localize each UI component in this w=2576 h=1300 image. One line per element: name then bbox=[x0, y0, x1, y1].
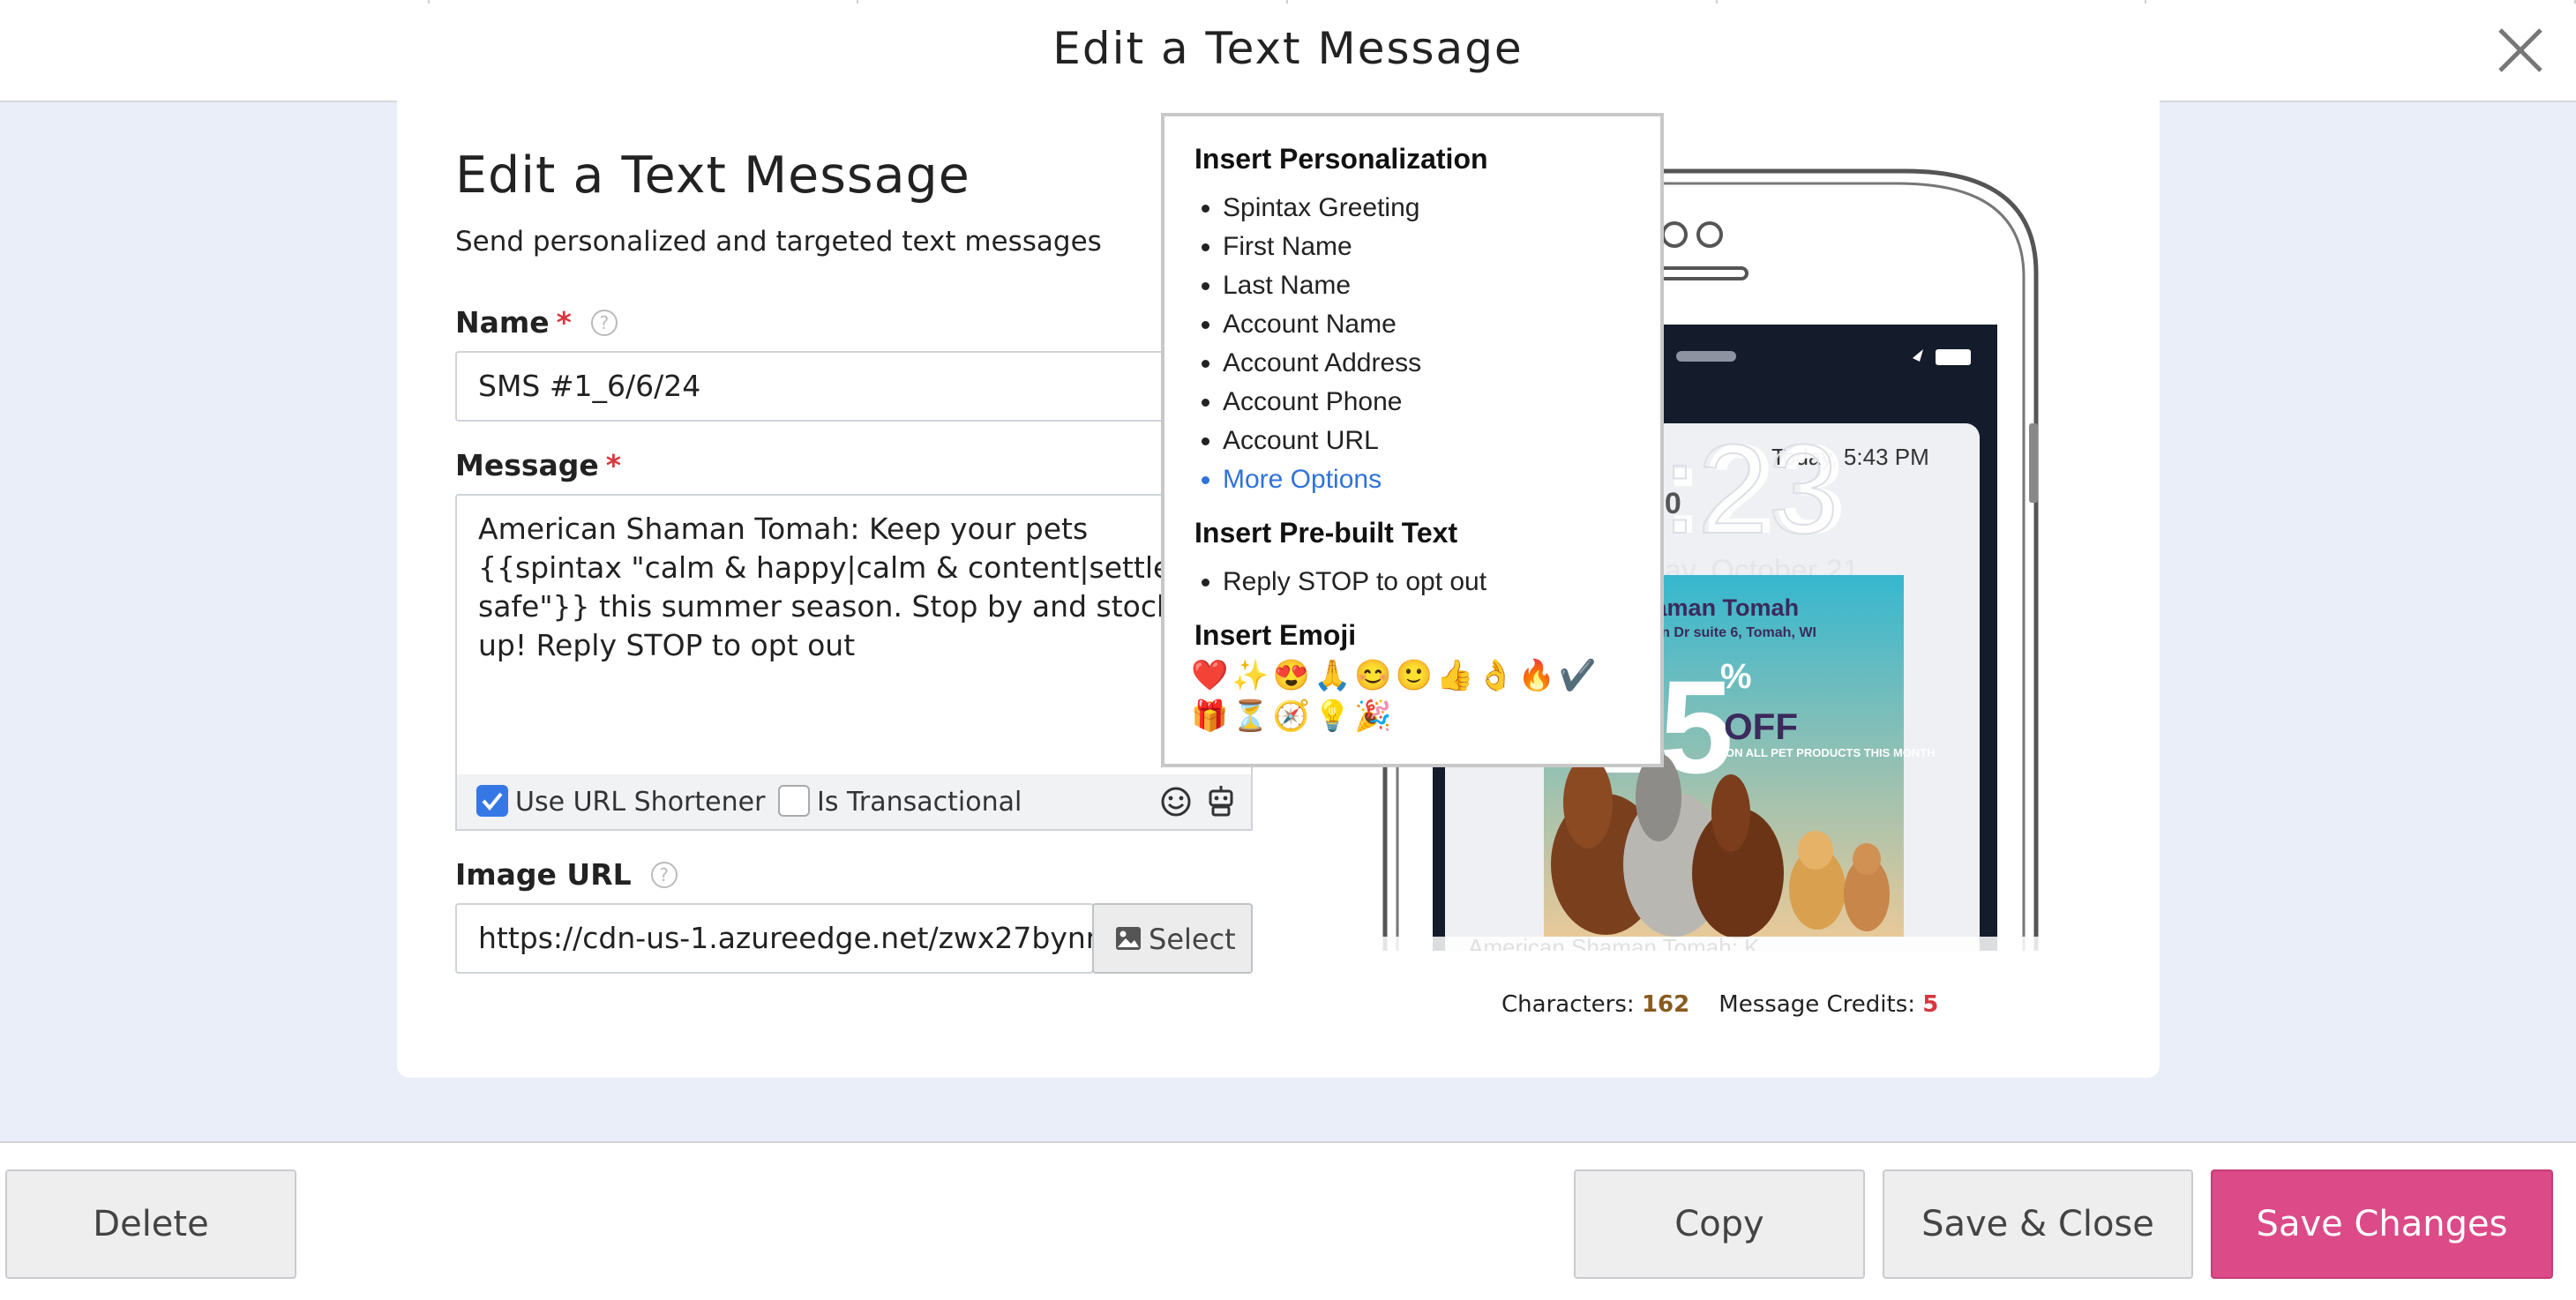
credits-count: 5 bbox=[1922, 991, 1939, 1018]
is-transactional-label: Is Transactional bbox=[817, 787, 1022, 818]
lock-clock-outline: :23 bbox=[1662, 418, 1838, 560]
prebuilt-list: Reply STOP to opt out bbox=[1194, 563, 1486, 601]
image-icon bbox=[1116, 927, 1141, 950]
save-changes-button[interactable]: Save Changes bbox=[2211, 1169, 2553, 1279]
emoji-row[interactable]: 🎁⏳🧭💡🎉 bbox=[1191, 699, 1396, 734]
help-icon[interactable]: ? bbox=[590, 310, 618, 336]
ad-percent: % bbox=[1720, 657, 1752, 696]
copy-button[interactable]: Copy bbox=[1574, 1169, 1865, 1279]
save-close-button[interactable]: Save & Close bbox=[1883, 1169, 2193, 1279]
use-url-shortener-label: Use URL Shortener bbox=[515, 787, 766, 818]
select-label: Select bbox=[1149, 923, 1236, 956]
image-url-input[interactable]: https://cdn-us-1.azureedge.net/zwx27bynm… bbox=[455, 903, 1094, 974]
select-image-button[interactable]: Select bbox=[1092, 903, 1253, 974]
personalization-item[interactable]: Last Name bbox=[1223, 266, 1421, 305]
message-counts: Characters: 162 Message Credits: 5 bbox=[1501, 991, 1939, 1018]
modal-footer: Delete Copy Save & Close Save Changes bbox=[0, 1141, 2576, 1300]
prebuilt-item[interactable]: Reply STOP to opt out bbox=[1223, 563, 1486, 601]
page-subtitle: Send personalized and targeted text mess… bbox=[455, 226, 1102, 258]
name-input[interactable]: SMS #1_6/6/24 bbox=[455, 351, 1253, 422]
ad-off: OFF bbox=[1724, 706, 1798, 747]
page-title: Edit a Text Message bbox=[455, 146, 970, 205]
help-icon[interactable]: ? bbox=[650, 862, 678, 888]
required-mark: * bbox=[605, 448, 622, 482]
personalization-list: Spintax Greeting First Name Last Name Ac… bbox=[1194, 189, 1421, 499]
message-textarea[interactable]: American Shaman Tomah: Keep your pets {{… bbox=[455, 494, 1253, 776]
close-icon[interactable] bbox=[2491, 21, 2550, 79]
is-transactional-checkbox[interactable] bbox=[778, 785, 810, 817]
emoji-icon[interactable] bbox=[1159, 785, 1193, 818]
insert-personalization-popup: Insert Personalization Spintax Greeting … bbox=[1161, 113, 1664, 767]
message-toolbar: Use URL Shortener Is Transactional bbox=[455, 774, 1253, 831]
more-options-link[interactable]: More Options bbox=[1223, 460, 1421, 499]
characters-count: 162 bbox=[1641, 991, 1690, 1018]
prebuilt-title: Insert Pre-built Text bbox=[1194, 517, 1458, 549]
personalization-item[interactable]: Account Name bbox=[1223, 305, 1421, 344]
robot-icon[interactable] bbox=[1203, 783, 1239, 818]
required-mark: * bbox=[556, 305, 572, 340]
personalization-item[interactable]: Account Phone bbox=[1223, 383, 1421, 422]
personalization-item[interactable]: Account URL bbox=[1223, 422, 1421, 460]
personalization-item[interactable]: Account Address bbox=[1223, 344, 1421, 383]
personalization-item[interactable]: Spintax Greeting bbox=[1223, 189, 1421, 228]
emoji-title: Insert Emoji bbox=[1194, 619, 1357, 651]
name-label: Name *? bbox=[455, 305, 618, 340]
use-url-shortener-checkbox[interactable] bbox=[476, 785, 508, 817]
tab-strip bbox=[0, 0, 2576, 4]
ad-small-text: ON ALL PET PRODUCTS THIS MONTH bbox=[1726, 746, 1936, 759]
personalization-item[interactable]: First Name bbox=[1223, 228, 1421, 266]
modal-header: Edit a Text Message bbox=[0, 0, 2576, 102]
image-url-label: Image URL? bbox=[455, 857, 678, 892]
delete-button[interactable]: Delete bbox=[5, 1169, 296, 1279]
personalization-title: Insert Personalization bbox=[1194, 143, 1488, 175]
message-label: Message * bbox=[455, 448, 622, 482]
check-icon bbox=[482, 792, 503, 811]
modal-title: Edit a Text Message bbox=[1052, 23, 1524, 74]
emoji-row[interactable]: ❤️✨😍🙏😊🙂👍👌🔥✔️ bbox=[1191, 658, 1599, 693]
